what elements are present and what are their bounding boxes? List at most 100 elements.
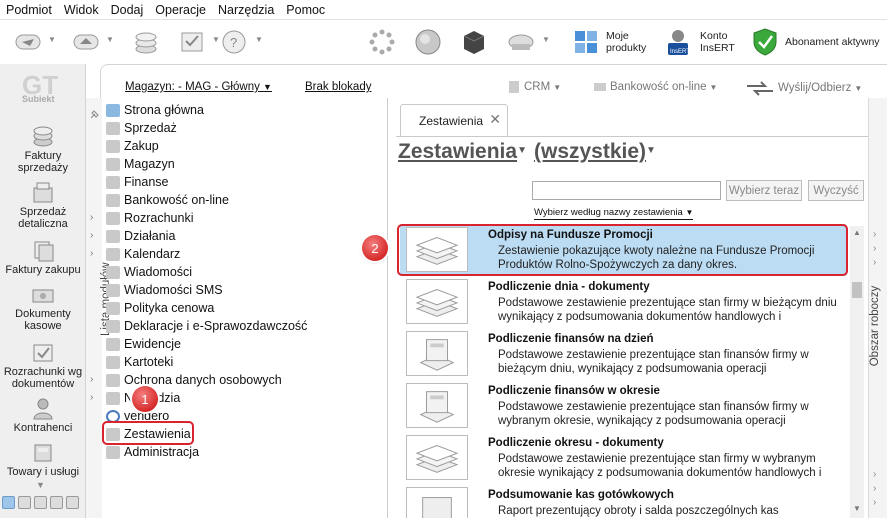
clear-button[interactable]: Wyczyść	[808, 180, 864, 201]
cloud-icon[interactable]	[506, 28, 534, 56]
list-item[interactable]: Podliczenie dnia - dokumenty Podstawowe …	[400, 276, 846, 328]
globe-icon[interactable]	[414, 28, 442, 56]
tab-label: Zestawienia	[419, 113, 484, 128]
tab-zestawienia[interactable]: Zestawienia ✕	[400, 104, 508, 136]
list-item[interactable]: Podsumowanie kas gotówkowych Raport prez…	[400, 484, 846, 518]
menu-podmiot[interactable]: Podmiot	[6, 3, 52, 17]
sidebar-item-dokumenty-kasowe[interactable]: Dokumenty kasowe	[0, 282, 86, 332]
loading-icon[interactable]	[368, 28, 396, 56]
module-label: Sprzedaż	[124, 121, 177, 135]
chevron-right-icon[interactable]: ›	[90, 230, 93, 241]
module-rozrachunki[interactable]: Rozrachunki	[106, 209, 193, 227]
module-label: Rozrachunki	[124, 211, 194, 225]
menu-operacje[interactable]: Operacje	[155, 3, 206, 17]
report-category-selector[interactable]: Zestawienia▼	[398, 140, 527, 164]
chevron-right-icon[interactable]: ›	[90, 212, 93, 223]
sidebar-item-kontrahenci[interactable]: Kontrahenci	[0, 396, 86, 434]
module-finanse[interactable]: Finanse	[106, 173, 168, 191]
module-kalendarz[interactable]: Kalendarz	[106, 245, 180, 263]
warehouse-selector[interactable]: Magazyn: - MAG - Główny ▼	[125, 81, 272, 93]
purchase-icon	[106, 139, 120, 153]
choose-now-button[interactable]: Wybierz teraz	[726, 180, 802, 201]
view-icon[interactable]	[2, 496, 15, 509]
menu-widok[interactable]: Widok	[64, 3, 99, 17]
report-desc: Podstawowe zestawienie prezentujące stan…	[498, 401, 809, 427]
sidebar-item-sprzedaz-detaliczna[interactable]: Sprzedaż detaliczna	[0, 180, 86, 230]
sort-by-label: Wybierz według nazwy zestawienia	[534, 207, 683, 218]
scroll-up-icon[interactable]: ▲	[853, 228, 861, 237]
module-zakup[interactable]: Zakup	[106, 137, 159, 155]
report-calculator-icon	[406, 383, 468, 428]
documents-icon[interactable]	[50, 496, 63, 509]
module-ochrona-danych[interactable]: Ochrona danych osobowych	[106, 371, 282, 389]
module-polityka-cenowa[interactable]: Polityka cenowa	[106, 299, 214, 317]
chevron-right-icon[interactable]: › › ›	[873, 228, 876, 270]
report-filter-selector[interactable]: (wszystkie)▼	[534, 140, 656, 164]
box-icon[interactable]	[66, 496, 79, 509]
my-products-label[interactable]: Moje produkty	[606, 30, 646, 54]
menu-pomoc[interactable]: Pomoc	[286, 3, 325, 17]
chevron-down-icon[interactable]: ▼	[255, 35, 263, 44]
send-receive-button[interactable]: Wyślij/Odbierz ▼	[745, 80, 862, 96]
module-dzialania[interactable]: Działania	[106, 227, 175, 245]
sidebar-item-rozrachunki[interactable]: Rozrachunki wg dokumentów	[0, 340, 86, 390]
coins-icon[interactable]	[18, 496, 31, 509]
chevron-right-icon[interactable]: ›	[90, 392, 93, 403]
module-bankowosc[interactable]: Bankowość on-line	[106, 191, 229, 209]
chevron-right-icon[interactable]: › › ›	[873, 468, 876, 510]
box-icon[interactable]	[460, 28, 488, 56]
scroll-down-icon[interactable]: ▼	[853, 504, 861, 513]
coins-icon[interactable]	[132, 28, 160, 56]
module-strona-glowna[interactable]: Strona główna	[106, 101, 204, 119]
chevron-down-icon[interactable]: ▼	[106, 35, 114, 44]
chevron-right-icon[interactable]: ›	[90, 374, 93, 385]
help-icon[interactable]: ?	[220, 28, 248, 56]
module-administracja[interactable]: Administracja	[106, 443, 199, 461]
list-item[interactable]: Podliczenie finansów w okresie Podstawow…	[400, 380, 846, 432]
import-icon[interactable]	[72, 28, 100, 56]
module-sprzedaz[interactable]: Sprzedaż	[106, 119, 177, 137]
sidebar-label: Kontrahenci	[13, 422, 73, 434]
sort-by-selector[interactable]: Wybierz według nazwy zestawienia ▼	[534, 207, 694, 220]
search-input[interactable]	[532, 181, 721, 200]
scrollbar[interactable]: ▲ ▼	[850, 226, 864, 518]
sidebar-item-faktury-sprzedazy[interactable]: Faktury sprzedaży	[0, 124, 86, 174]
new-document-icon[interactable]	[14, 28, 42, 56]
privacy-icon	[106, 373, 120, 387]
home-icon	[106, 103, 120, 117]
sales-icon	[106, 121, 120, 135]
menu-narzedzia[interactable]: Narzędzia	[218, 3, 274, 17]
account-label[interactable]: Konto InsERT	[700, 30, 735, 54]
chevron-down-icon[interactable]: ▼	[48, 35, 56, 44]
menu-dodaj[interactable]: Dodaj	[111, 3, 144, 17]
chevron-down-icon[interactable]: ▼	[36, 480, 45, 490]
sidebar-item-towary[interactable]: Towary i usługi	[0, 440, 86, 478]
tasks-icon[interactable]	[178, 28, 206, 56]
pin-icon[interactable]	[89, 108, 101, 120]
module-label: Działania	[124, 229, 176, 243]
shield-icon[interactable]	[751, 28, 779, 56]
products-icon[interactable]	[572, 28, 600, 56]
crm-button[interactable]: CRM ▼	[507, 80, 561, 94]
chevron-down-icon[interactable]: ▼	[542, 35, 550, 44]
module-magazyn[interactable]: Magazyn	[106, 155, 175, 173]
box-icon	[34, 444, 52, 462]
chevron-right-icon[interactable]: ›	[90, 248, 93, 259]
scrollbar-thumb[interactable]	[852, 282, 862, 298]
register-icon[interactable]	[34, 496, 47, 509]
lock-status-link[interactable]: Brak blokady	[305, 81, 371, 93]
module-ewidencje[interactable]: Ewidencje	[106, 335, 181, 353]
module-deklaracje[interactable]: Deklaracje i e-Sprawozdawczość	[106, 317, 307, 335]
list-item[interactable]: Podliczenie okresu - dokumenty Podstawow…	[400, 432, 846, 484]
close-icon[interactable]: ✕	[489, 111, 501, 128]
module-wiadomosci[interactable]: Wiadomości	[106, 263, 192, 281]
module-wiadomosci-sms[interactable]: Wiadomości SMS	[106, 281, 223, 299]
chevron-down-icon[interactable]: ▼	[212, 35, 220, 44]
list-item[interactable]: Podliczenie finansów na dzień Podstawowe…	[400, 328, 846, 380]
sidebar-item-faktury-zakupu[interactable]: Faktury zakupu	[0, 238, 86, 276]
module-kartoteki[interactable]: Kartoteki	[106, 353, 173, 371]
report-stack-icon	[406, 435, 468, 480]
subscription-label[interactable]: Abonament aktywny	[785, 36, 880, 48]
insert-account-icon[interactable]: InsERT	[664, 28, 692, 56]
bank-button[interactable]: Bankowość on-line ▼	[593, 80, 717, 94]
